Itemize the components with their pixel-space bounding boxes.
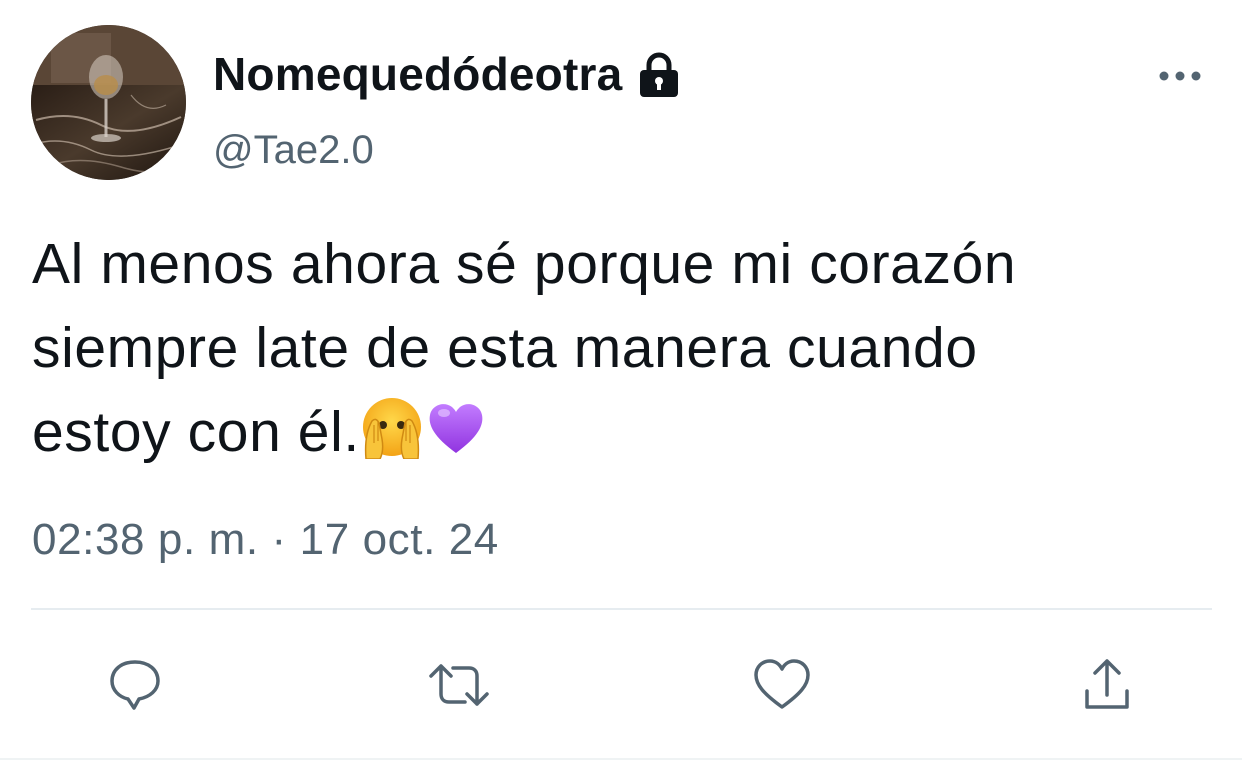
bottom-border — [0, 758, 1242, 760]
action-bar — [0, 650, 1242, 720]
more-options-button[interactable] — [1148, 56, 1212, 96]
display-name[interactable]: Nomequedódeotra — [213, 47, 622, 101]
author-name-row: Nomequedódeotra — [213, 42, 684, 106]
handle[interactable]: @Tae2.0 — [213, 128, 374, 173]
timestamp[interactable]: 02:38 p. m. · 17 oct. 24 — [32, 515, 499, 565]
more-dots-icon — [1159, 71, 1201, 81]
tweet-text-line: siempre late de esta manera cuando — [32, 316, 978, 380]
tweet-text-line: Al menos ahora sé porque mi corazón — [32, 232, 1017, 296]
reply-button[interactable] — [100, 650, 170, 720]
share-icon — [1085, 659, 1129, 709]
heart-icon — [754, 659, 810, 709]
reply-icon — [110, 660, 160, 710]
divider — [31, 608, 1212, 610]
lock-icon — [634, 49, 684, 99]
tweet-text-line-content: estoy con él. — [32, 400, 360, 464]
purple-heart-emoji — [424, 395, 488, 459]
avatar-image — [31, 25, 186, 180]
tweet: Nomequedódeotra @Tae2.0 Al menos ahora s… — [0, 0, 1242, 774]
tweet-text: Al menos ahora sé porque mi corazón siem… — [32, 222, 1232, 474]
retweet-icon — [429, 664, 489, 706]
like-button[interactable] — [747, 650, 817, 720]
avatar[interactable] — [31, 25, 186, 180]
face-with-hands-over-eyes-emoji — [360, 395, 424, 459]
share-button[interactable] — [1072, 650, 1142, 720]
retweet-button[interactable] — [424, 650, 494, 720]
tweet-text-line-last: estoy con él. — [32, 390, 1232, 474]
